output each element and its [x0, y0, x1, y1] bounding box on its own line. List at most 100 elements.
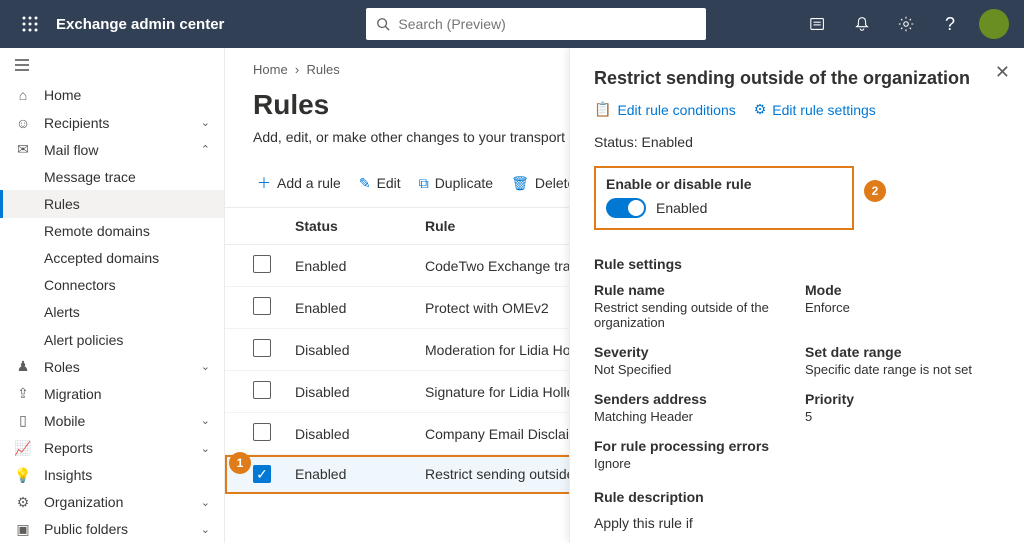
status-label: Status: — [594, 134, 638, 150]
add-rule-label: Add a rule — [277, 175, 341, 191]
nav-roles-label: Roles — [44, 359, 80, 375]
search-input[interactable] — [398, 16, 696, 32]
chevron-down-icon: ⌄ — [201, 414, 210, 427]
edit-conditions-label: Edit rule conditions — [617, 102, 735, 118]
pencil-icon: ✎ — [359, 175, 371, 192]
enable-toggle[interactable] — [606, 198, 646, 218]
row-status: Enabled — [295, 466, 425, 482]
close-icon[interactable]: ✕ — [995, 62, 1010, 83]
rule-name-label: Rule name — [594, 282, 789, 298]
notifications-icon[interactable] — [842, 0, 882, 48]
nav-migration[interactable]: ⇪Migration — [0, 380, 224, 407]
col-status[interactable]: Status — [295, 218, 425, 234]
row-status: Enabled — [295, 300, 425, 316]
app-title: Exchange admin center — [56, 16, 224, 33]
callout-2: 2 — [864, 180, 886, 202]
home-icon: ⌂ — [14, 87, 32, 103]
rule-settings-header: Rule settings — [594, 256, 1000, 272]
reports-icon: 📈 — [14, 440, 32, 457]
edit-button[interactable]: ✎Edit — [355, 171, 405, 196]
roles-icon: ♟ — [14, 358, 32, 375]
nav-connectors[interactable]: Connectors — [0, 272, 224, 299]
person-icon: ☺ — [14, 115, 32, 131]
trash-icon: 🗑 — [511, 175, 529, 192]
account-avatar[interactable] — [974, 0, 1014, 48]
gear-icon: ⚙ — [754, 101, 767, 118]
left-nav: ⌂Home ☺Recipients⌄ ✉Mail flow⌃ Message t… — [0, 48, 225, 543]
mode-label: Mode — [805, 282, 1000, 298]
nav-mailflow-label: Mail flow — [44, 142, 98, 158]
chevron-down-icon: ⌄ — [201, 360, 210, 373]
nav-insights-label: Insights — [44, 467, 92, 483]
settings-icon[interactable] — [886, 0, 926, 48]
severity-value: Not Specified — [594, 362, 789, 377]
nav-mobile-label: Mobile — [44, 413, 85, 429]
breadcrumb-current: Rules — [306, 62, 339, 77]
date-value: Specific date range is not set — [805, 362, 1000, 377]
nav-insights[interactable]: 💡 Insights — [0, 462, 224, 489]
duplicate-button[interactable]: ⧉ Duplicate — [415, 171, 497, 196]
priority-value: 5 — [805, 409, 1000, 424]
search-icon — [376, 17, 390, 31]
row-status: Disabled — [295, 426, 425, 442]
row-checkbox[interactable]: ✓ — [253, 465, 271, 483]
row-checkbox[interactable] — [253, 381, 271, 399]
breadcrumb-home[interactable]: Home — [253, 62, 288, 77]
panel-title: Restrict sending outside of the organiza… — [594, 68, 1000, 89]
subtitle-text: Add, edit, or make other changes to your… — [253, 129, 607, 145]
edit-settings-label: Edit rule settings — [772, 102, 876, 118]
enable-toggle-group: Enable or disable rule Enabled — [594, 166, 854, 230]
nav-roles[interactable]: ♟ Roles ⌄ — [0, 353, 224, 380]
nav-organization[interactable]: ⚙Organization⌄ — [0, 489, 224, 516]
chevron-down-icon: ⌄ — [201, 523, 210, 536]
chevron-down-icon: ⌄ — [201, 496, 210, 509]
nav-mailflow[interactable]: ✉Mail flow⌃ — [0, 136, 224, 163]
mobile-icon: ▯ — [14, 412, 32, 429]
toggle-title: Enable or disable rule — [606, 176, 842, 192]
nav-public-folders[interactable]: ▣ Public folders ⌄ — [0, 516, 224, 543]
nav-reports[interactable]: 📈Reports⌄ — [0, 435, 224, 462]
help-icon[interactable]: ? — [930, 0, 970, 48]
nav-message-trace[interactable]: Message trace — [0, 163, 224, 190]
nav-public-folders-label: Public folders — [44, 521, 128, 537]
row-checkbox[interactable] — [253, 297, 271, 315]
callout-1: 1 — [229, 452, 251, 474]
nav-remote-domains[interactable]: Remote domains — [0, 218, 224, 245]
chevron-down-icon: ⌄ — [201, 116, 210, 129]
nav-recipients-label: Recipients — [44, 115, 109, 131]
nav-alert-policies[interactable]: Alert policies — [0, 326, 224, 353]
row-status: Disabled — [295, 384, 425, 400]
duplicate-label: Duplicate — [435, 175, 493, 191]
nav-accepted-domains[interactable]: Accepted domains — [0, 245, 224, 272]
row-status: Disabled — [295, 342, 425, 358]
row-checkbox[interactable] — [253, 255, 271, 273]
rule-name-value: Restrict sending outside of the organiza… — [594, 300, 789, 330]
nav-alerts[interactable]: Alerts — [0, 299, 224, 326]
mail-icon: ✉ — [14, 141, 32, 158]
plus-icon: ＋ — [257, 173, 271, 193]
nav-home[interactable]: ⌂Home — [0, 82, 224, 109]
nav-reports-label: Reports — [44, 440, 93, 456]
row-checkbox[interactable] — [253, 339, 271, 357]
nav-migration-label: Migration — [44, 386, 102, 402]
copy-icon: ⧉ — [419, 175, 429, 192]
nav-organization-label: Organization — [44, 494, 123, 510]
rule-description-header: Rule description — [594, 489, 1000, 505]
add-rule-button[interactable]: ＋ Add a rule — [253, 169, 345, 197]
details-panel: ✕ Restrict sending outside of the organi… — [569, 48, 1024, 543]
search-box[interactable] — [366, 8, 706, 40]
app-launcher[interactable] — [10, 16, 50, 32]
main-content: Home › Rules Rules Add, edit, or make ot… — [225, 48, 1024, 543]
news-icon[interactable] — [798, 0, 838, 48]
nav-mobile[interactable]: ▯ Mobile ⌄ — [0, 407, 224, 434]
edit-conditions-link[interactable]: 📋Edit rule conditions — [594, 101, 736, 118]
priority-label: Priority — [805, 391, 1000, 407]
edit-settings-link[interactable]: ⚙ Edit rule settings — [754, 101, 876, 118]
nav-rules[interactable]: Rules — [0, 190, 224, 217]
insights-icon: 💡 — [14, 467, 32, 484]
folder-icon: ▣ — [14, 521, 32, 538]
row-checkbox[interactable] — [253, 423, 271, 441]
severity-label: Severity — [594, 344, 789, 360]
nav-toggle[interactable] — [0, 48, 224, 82]
nav-recipients[interactable]: ☺ Recipients ⌄ — [0, 109, 224, 136]
